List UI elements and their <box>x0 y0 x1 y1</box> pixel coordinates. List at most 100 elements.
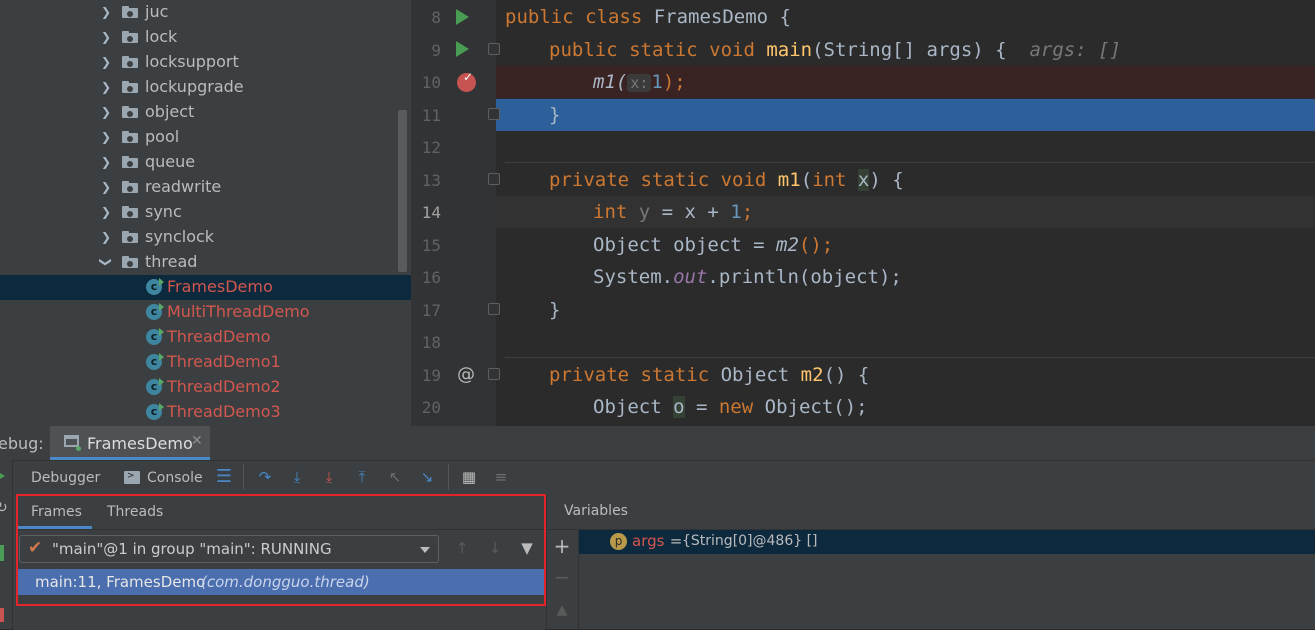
code-token: y <box>638 201 651 223</box>
force-step-into-icon[interactable]: ⤓ <box>319 467 339 487</box>
code-line-17: } <box>549 294 560 326</box>
run-icon[interactable] <box>456 41 469 57</box>
rerun-icon[interactable] <box>0 470 5 482</box>
drop-frame-icon[interactable]: ↖ <box>385 467 405 487</box>
java-class-icon: c <box>146 378 164 395</box>
tree-item-class[interactable]: c ThreadDemo <box>0 325 411 350</box>
previous-frame-icon[interactable]: ↑ <box>452 538 472 558</box>
chevron-right-icon[interactable]: ❯ <box>100 129 112 145</box>
frame-row[interactable]: main:11, FramesDemo (com.dongguo.thread) <box>18 569 545 595</box>
resume-icon[interactable] <box>0 545 4 561</box>
chevron-down-icon[interactable]: ❯ <box>98 256 114 268</box>
tree-item-readwrite[interactable]: ❯ readwrite <box>0 175 411 200</box>
debugger-tab[interactable]: Debugger <box>31 469 100 487</box>
tree-item-thread[interactable]: ❯ thread <box>0 250 411 275</box>
tree-item-class[interactable]: c ThreadDemo2 <box>0 375 411 400</box>
code-token: m1( <box>593 71 628 93</box>
tree-item-lock[interactable]: ❯ lock <box>0 25 411 50</box>
annotation-at-icon[interactable]: @ <box>457 364 475 385</box>
thread-select-value: "main"@1 in group "main": RUNNING <box>52 540 332 558</box>
code-token: main <box>766 39 813 61</box>
variable-value: {String[0]@486} [] <box>682 533 818 549</box>
package-icon <box>122 81 138 93</box>
line-number: 18 <box>421 333 441 352</box>
tree-item-class[interactable]: c ThreadDemo3 <box>0 400 411 425</box>
tree-item-pool[interactable]: ❯ pool <box>0 125 411 150</box>
tree-item-lockupgrade[interactable]: ❯ lockupgrade <box>0 75 411 100</box>
code-token: Object <box>593 396 674 418</box>
step-over-icon[interactable]: ↷ <box>255 467 275 487</box>
tab-threads[interactable]: Threads <box>92 496 172 529</box>
thread-select[interactable]: ✔ "main"@1 in group "main": RUNNING <box>19 535 439 563</box>
code-token: new <box>718 396 765 418</box>
chevron-right-icon[interactable]: ❯ <box>100 104 112 120</box>
step-out-icon[interactable]: ⤒ <box>352 467 372 487</box>
chevron-right-icon[interactable]: ❯ <box>100 4 112 20</box>
trace-current-stream-icon[interactable]: ≡ <box>491 467 511 487</box>
code-line-13: private static void m1(int x) { <box>549 164 904 196</box>
package-icon <box>122 106 138 118</box>
code-token: System. <box>593 266 674 288</box>
tree-item-juc[interactable]: ❯ juc <box>0 0 411 25</box>
chevron-right-icon[interactable]: ❯ <box>100 54 112 70</box>
chevron-down-icon <box>420 547 430 553</box>
debug-session-tab[interactable]: FramesDemo ✕ <box>50 426 210 460</box>
tree-item-locksupport[interactable]: ❯ locksupport <box>0 50 411 75</box>
stop-icon[interactable] <box>0 608 4 622</box>
show-execution-point-icon[interactable]: ☰ <box>214 468 234 488</box>
next-frame-icon[interactable]: ↓ <box>485 538 505 558</box>
code-token: } <box>549 104 561 126</box>
fold-icon[interactable] <box>488 108 500 120</box>
chevron-right-icon[interactable]: ❯ <box>100 154 112 170</box>
run-icon[interactable] <box>456 9 469 25</box>
tree-item-label: lockupgrade <box>145 77 244 96</box>
code-line-14: int y = x + 1; <box>593 196 753 228</box>
chevron-right-icon[interactable]: ❯ <box>100 229 112 245</box>
tree-item-sync[interactable]: ❯ sync <box>0 200 411 225</box>
tree-item-label: lock <box>145 27 178 46</box>
tree-item-object[interactable]: ❯ object <box>0 100 411 125</box>
checkmark-icon: ✔ <box>28 538 43 558</box>
java-class-icon: c <box>146 353 164 370</box>
tree-item-synclock[interactable]: ❯ synclock <box>0 225 411 250</box>
chevron-right-icon[interactable]: ❯ <box>100 204 112 220</box>
fold-icon[interactable] <box>488 303 500 315</box>
chevron-right-icon[interactable]: ❯ <box>100 79 112 95</box>
variable-name: args <box>632 532 665 550</box>
tree-item-queue[interactable]: ❯ queue <box>0 150 411 175</box>
close-icon[interactable]: ✕ <box>191 433 203 449</box>
package-icon <box>122 181 138 193</box>
refresh-icon[interactable]: ↻ <box>0 500 8 516</box>
code-token: int <box>593 201 639 223</box>
toolbar-divider <box>243 464 244 490</box>
evaluate-expression-icon[interactable]: ▦ <box>459 467 479 487</box>
fold-icon[interactable] <box>488 43 500 55</box>
chevron-right-icon[interactable]: ❯ <box>100 29 112 45</box>
fold-icon[interactable] <box>488 368 500 380</box>
tree-item-class[interactable]: c FramesDemo <box>0 275 411 300</box>
toolbar-divider <box>448 464 449 490</box>
package-icon <box>122 6 138 18</box>
tree-item-label: FramesDemo <box>167 277 273 296</box>
chevron-right-icon[interactable]: ❯ <box>100 179 112 195</box>
run-to-cursor-icon[interactable]: ↘ <box>417 467 437 487</box>
code-token: m2 <box>776 234 799 256</box>
variable-row[interactable]: p args = {String[0]@486} [] <box>578 530 1315 554</box>
code-token: FramesDemo { <box>653 6 791 28</box>
tree-item-class[interactable]: c ThreadDemo1 <box>0 350 411 375</box>
remove-watch-icon[interactable]: − <box>552 567 572 587</box>
move-up-icon[interactable]: ▲ <box>552 600 572 620</box>
package-icon <box>122 206 138 218</box>
filter-icon[interactable]: ▼ <box>517 538 537 558</box>
add-watch-icon[interactable]: + <box>552 536 572 556</box>
line-number: 20 <box>421 398 441 417</box>
line-number: 9 <box>431 41 441 60</box>
breakpoint-icon[interactable]: ✓ <box>457 70 476 92</box>
step-into-icon[interactable]: ⤓ <box>287 467 307 487</box>
console-tab[interactable]: Console <box>147 469 203 487</box>
code-token: (); <box>798 234 834 256</box>
code-token: ( <box>800 169 813 191</box>
fold-icon[interactable] <box>488 173 500 185</box>
tree-item-class[interactable]: c MultiThreadDemo <box>0 300 411 325</box>
tab-frames[interactable]: Frames <box>18 496 92 529</box>
